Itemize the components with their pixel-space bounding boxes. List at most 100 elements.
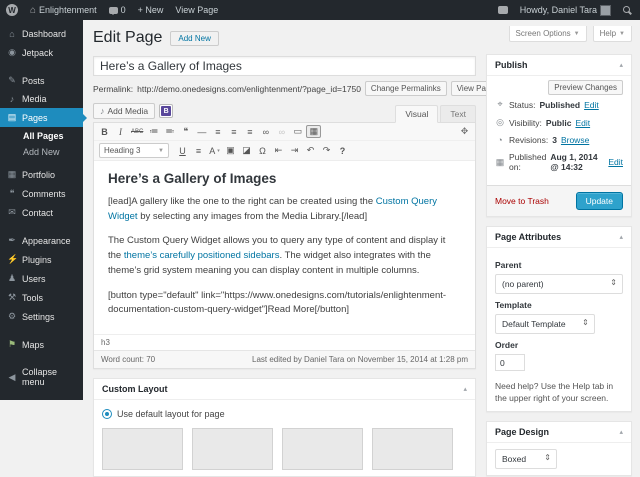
wp-logo-menu[interactable]: W <box>0 0 24 20</box>
fullscreen-button[interactable]: ✥ <box>457 125 472 138</box>
page-attributes-header[interactable]: Page Attributes ▴ <box>487 227 631 248</box>
sidebar-item-media[interactable]: ♪Media <box>0 90 83 108</box>
undo-button[interactable]: ↶ <box>303 144 318 157</box>
help-tab-button[interactable]: Help▼ <box>593 26 632 42</box>
custom-layout-header[interactable]: Custom Layout ▴ <box>94 379 475 400</box>
bold-button[interactable]: B <box>97 125 112 138</box>
media-buttons: ♪ Add Media B <box>93 103 173 122</box>
underline-button[interactable]: U <box>175 144 190 157</box>
special-char-button[interactable]: Ω <box>255 144 270 157</box>
comments-shortcut[interactable]: 0 <box>103 0 132 20</box>
status-value: Published <box>539 100 580 110</box>
preview-changes-button[interactable]: Preview Changes <box>548 80 623 95</box>
collapse-toggle-icon[interactable]: ▴ <box>463 385 467 393</box>
indent-button[interactable]: ⇥ <box>287 144 302 157</box>
submenu-add-new[interactable]: Add New <box>0 144 83 160</box>
sidebar-item-appearance[interactable]: ✒Appearance <box>0 231 83 250</box>
redo-button[interactable]: ↷ <box>319 144 334 157</box>
remove-link-button[interactable]: ∞ <box>274 125 289 138</box>
change-permalinks-button[interactable]: Change Permalinks <box>365 81 447 96</box>
outdent-button[interactable]: ⇤ <box>271 144 286 157</box>
order-input[interactable] <box>495 354 525 371</box>
layout-thumb-2[interactable] <box>192 428 273 470</box>
more-tag-button[interactable]: ▭ <box>290 125 305 138</box>
collapse-toggle-icon[interactable]: ▴ <box>619 233 623 241</box>
custom-layout-body: Use default layout for page <box>94 400 475 476</box>
notifications-button[interactable] <box>492 0 514 20</box>
default-layout-option[interactable]: Use default layout for page <box>102 409 467 419</box>
custom-layout-box: Custom Layout ▴ Use default layout for p… <box>93 378 476 477</box>
format-dropdown[interactable]: Heading 3 ▼ <box>99 143 169 158</box>
insert-link-button[interactable]: ∞ <box>258 125 273 138</box>
justify-button[interactable]: ≡ <box>191 144 206 157</box>
chevron-down-icon: ▼ <box>158 148 164 154</box>
sidebar-item-plugins[interactable]: ⚡Plugins <box>0 250 83 269</box>
update-button[interactable]: Update <box>576 192 623 210</box>
sidebar-item-pages[interactable]: ▤Pages <box>0 108 83 127</box>
screen-options-button[interactable]: Screen Options▼ <box>509 26 587 42</box>
site-name-link[interactable]: ⌂ Enlightenment <box>24 0 103 20</box>
strikethrough-button[interactable]: ABC <box>129 125 145 138</box>
p1-text: [lead]A gallery like the one to the righ… <box>108 196 376 207</box>
p2-link[interactable]: theme’s carefully positioned sidebars <box>124 250 280 261</box>
publish-header[interactable]: Publish ▴ <box>487 55 631 76</box>
order-label: Order <box>495 340 623 350</box>
layout-thumb-1[interactable] <box>102 428 183 470</box>
horizontal-rule-button[interactable]: — <box>194 125 209 138</box>
sidebar-item-jetpack[interactable]: ◉Jetpack <box>0 43 83 62</box>
notifications-icon <box>498 6 508 14</box>
custom-layout-title: Custom Layout <box>102 384 168 394</box>
bullet-list-button[interactable]: ≔ <box>146 125 161 138</box>
align-right-button[interactable]: ≡ <box>242 125 257 138</box>
sidebar-item-contact[interactable]: ✉Contact <box>0 203 83 222</box>
toolbar-toggle-button[interactable]: ▦ <box>306 125 321 138</box>
align-left-button[interactable]: ≡ <box>210 125 225 138</box>
submenu-all-pages[interactable]: All Pages <box>0 128 83 144</box>
edit-status-link[interactable]: Edit <box>584 100 599 110</box>
view-page-link[interactable]: View Page <box>169 0 224 20</box>
blockquote-button[interactable]: ❝ <box>178 125 193 138</box>
sidebar-item-settings[interactable]: ⚙Settings <box>0 307 83 326</box>
align-center-button[interactable]: ≡ <box>226 125 241 138</box>
browse-revisions-link[interactable]: Browse <box>561 135 589 145</box>
editor-content[interactable]: Here’s a Gallery of Images [lead]A galle… <box>94 161 475 334</box>
settings-icon: ⚙ <box>7 311 17 322</box>
move-to-trash-link[interactable]: Move to Trash <box>495 196 549 206</box>
sidebar-item-label: Comments <box>22 189 66 199</box>
post-title-input[interactable] <box>93 56 476 76</box>
add-media-button[interactable]: ♪ Add Media <box>93 103 155 119</box>
parent-select[interactable]: (no parent) <box>495 274 623 294</box>
page-design-header[interactable]: Page Design ▴ <box>487 422 631 443</box>
italic-button[interactable]: I <box>113 125 128 138</box>
text-color-button[interactable]: A <box>207 144 222 157</box>
admin-search-button[interactable] <box>617 0 640 20</box>
collapse-toggle-icon[interactable]: ▴ <box>619 428 623 436</box>
tab-text[interactable]: Text <box>440 105 476 123</box>
tab-visual[interactable]: Visual <box>395 105 438 123</box>
collapse-menu-button[interactable]: ◀Collapse menu <box>0 363 83 391</box>
collapse-toggle-icon[interactable]: ▴ <box>619 61 623 69</box>
editor-path[interactable]: h3 <box>94 334 475 350</box>
help-button[interactable]: ? <box>335 144 350 157</box>
sidebar-item-dashboard[interactable]: ⌂Dashboard <box>0 25 83 43</box>
sidebar-item-tools[interactable]: ⚒Tools <box>0 288 83 307</box>
add-new-button[interactable]: Add New <box>170 31 218 46</box>
sidebar-item-users[interactable]: ♟Users <box>0 269 83 288</box>
edit-published-link[interactable]: Edit <box>608 157 623 167</box>
paste-text-button[interactable]: ▣ <box>223 144 238 157</box>
layout-thumb-4[interactable] <box>372 428 453 470</box>
sidebar-item-comments[interactable]: ❝Comments <box>0 184 83 203</box>
new-content-menu[interactable]: + New <box>132 0 170 20</box>
sidebar-item-portfolio[interactable]: ▦Portfolio <box>0 165 83 184</box>
shortcode-b-button[interactable]: B <box>159 104 173 118</box>
edit-visibility-link[interactable]: Edit <box>575 118 590 128</box>
page-design-select[interactable]: Boxed <box>495 449 557 469</box>
my-account-menu[interactable]: Howdy, Daniel Tara <box>514 0 617 20</box>
template-select[interactable]: Default Template <box>495 314 595 334</box>
numbered-list-button[interactable]: ≕ <box>162 125 177 138</box>
sidebar-item-maps[interactable]: ⚑Maps <box>0 335 83 354</box>
sidebar-item-posts[interactable]: ✎Posts <box>0 71 83 90</box>
layout-thumb-3[interactable] <box>282 428 363 470</box>
clear-formatting-button[interactable]: ◪ <box>239 144 254 157</box>
radio-icon[interactable] <box>102 409 112 419</box>
